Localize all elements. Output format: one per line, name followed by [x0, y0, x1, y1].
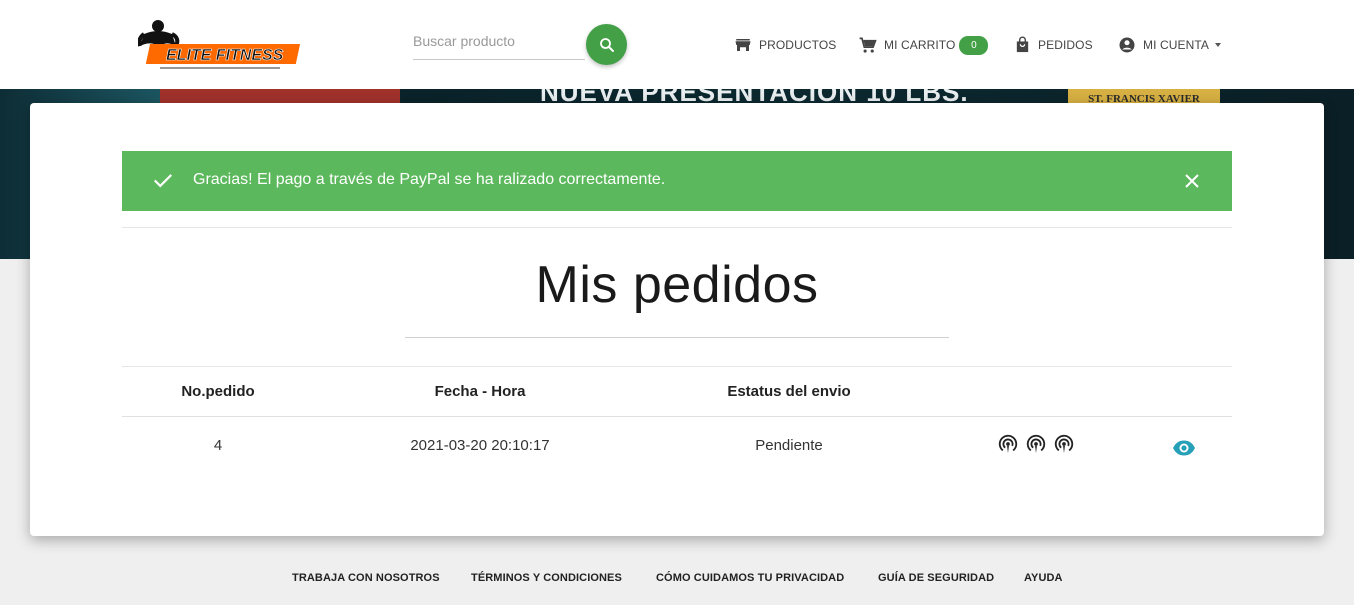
success-alert: Gracias! El pago a través de PayPal se h…	[122, 151, 1232, 211]
column-header-estatus: Estatus del envio	[727, 383, 851, 400]
nav-mi-cuenta[interactable]: MI CUENTA	[1118, 34, 1222, 56]
nav-productos[interactable]: PRODUCTOS	[734, 34, 836, 56]
cart-count-badge: 0	[959, 35, 989, 55]
cell-estatus: Pendiente	[755, 437, 823, 454]
table-header-border	[122, 416, 1232, 417]
footer-link-seguridad[interactable]: GUÍA DE SEGURIDAD	[878, 572, 994, 584]
store-icon	[735, 39, 751, 51]
divider	[122, 227, 1232, 228]
search-field	[413, 24, 585, 60]
table-top-border	[122, 366, 1232, 367]
chevron-down-icon	[1215, 43, 1222, 47]
nav-pedidos[interactable]: PEDIDOS	[1014, 34, 1093, 56]
eye-icon[interactable]	[1172, 436, 1196, 460]
title-underline	[405, 337, 949, 338]
site-logo[interactable]: ELITE FITNESS	[137, 16, 308, 72]
search-input[interactable]	[413, 24, 585, 58]
cell-fecha: 2021-03-20 20:10:17	[410, 437, 550, 454]
status-icons	[997, 433, 1075, 455]
footer-link-terminos[interactable]: TÉRMINOS Y CONDICIONES	[471, 572, 622, 584]
cell-numero: 4	[213, 437, 223, 454]
alert-message: Gracias! El pago a través de PayPal se h…	[193, 171, 666, 188]
page-title: Mis pedidos	[535, 256, 819, 314]
footer-link-ayuda[interactable]: AYUDA	[1024, 572, 1063, 584]
close-icon[interactable]	[1184, 173, 1200, 189]
banner-image	[160, 89, 400, 103]
search-icon	[599, 37, 614, 52]
nav-cuenta-label: MI CUENTA	[1143, 38, 1210, 52]
podcast-icon	[1054, 434, 1074, 454]
nav-productos-label: PRODUCTOS	[759, 38, 837, 52]
nav-carrito[interactable]: MI CARRITO 0	[858, 34, 989, 56]
nav-carrito-label: MI CARRITO	[884, 38, 956, 52]
footer-link-trabaja[interactable]: TRABAJA CON NOSOTROS	[292, 572, 440, 584]
search-button[interactable]	[586, 24, 627, 65]
shopping-bag-icon	[1016, 36, 1029, 53]
logo-text: ELITE FITNESS	[166, 47, 284, 64]
podcast-icon	[1026, 434, 1046, 454]
column-header-fecha: Fecha - Hora	[434, 383, 526, 400]
orders-card: Gracias! El pago a través de PayPal se h…	[30, 103, 1324, 536]
account-circle-icon	[1119, 37, 1135, 53]
top-header: ELITE FITNESS PRODUCTOS MI CARRITO 0	[0, 0, 1354, 89]
check-icon	[153, 174, 173, 188]
footer-link-privacidad[interactable]: CÓMO CUIDAMOS TU PRIVACIDAD	[656, 572, 844, 584]
nav-pedidos-label: PEDIDOS	[1038, 38, 1093, 52]
podcast-icon	[998, 434, 1018, 454]
column-header-numero: No.pedido	[181, 383, 255, 400]
cart-icon	[859, 37, 877, 53]
